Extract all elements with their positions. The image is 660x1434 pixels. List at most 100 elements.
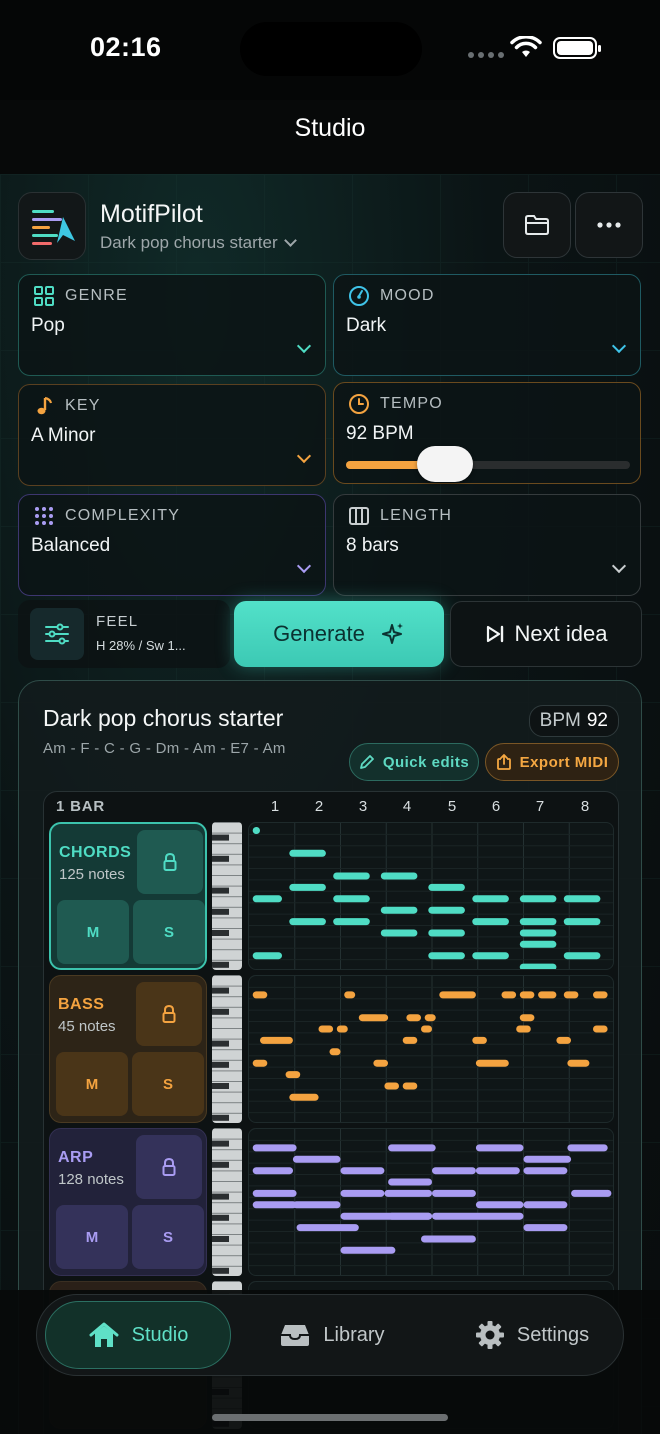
midi-note[interactable] — [519, 991, 535, 999]
midi-note[interactable] — [289, 849, 326, 857]
export-midi-button[interactable]: Export MIDI — [485, 743, 619, 781]
midi-note[interactable] — [432, 1189, 476, 1197]
midi-note[interactable] — [384, 1082, 399, 1090]
midi-note[interactable] — [333, 918, 370, 926]
midi-note[interactable] — [388, 1144, 436, 1152]
more-options-button[interactable] — [575, 192, 643, 258]
midi-note[interactable] — [432, 1167, 476, 1175]
feel-control[interactable]: FEEL H 28% / Sw 1... — [18, 600, 230, 668]
preset-selector[interactable]: Dark pop chorus starter — [100, 233, 297, 253]
midi-note[interactable] — [523, 1167, 568, 1175]
midi-note[interactable] — [519, 895, 557, 903]
track-card-bass[interactable]: BASS 45 notes M S — [49, 975, 207, 1123]
midi-note[interactable] — [519, 929, 557, 937]
studio-content[interactable]: MotifPilot Dark pop chorus starter GENRE… — [0, 174, 660, 1434]
midi-note[interactable] — [402, 1036, 418, 1044]
midi-note[interactable] — [475, 1059, 509, 1067]
track-mute-button[interactable]: M — [56, 1205, 128, 1269]
midi-note[interactable] — [340, 1167, 385, 1175]
midi-note[interactable] — [336, 1025, 348, 1033]
midi-note[interactable] — [563, 991, 579, 999]
midi-note[interactable] — [475, 1144, 524, 1152]
midi-note[interactable] — [373, 1059, 388, 1067]
midi-note[interactable] — [289, 1093, 319, 1101]
midi-note[interactable] — [380, 929, 418, 937]
midi-note[interactable] — [421, 1235, 476, 1243]
track-mute-button[interactable]: M — [56, 1052, 128, 1116]
midi-note[interactable] — [428, 906, 465, 914]
track-solo-button[interactable]: S — [132, 1052, 204, 1116]
piano-roll-chords[interactable] — [248, 822, 614, 970]
quick-edits-button[interactable]: Quick edits — [349, 743, 479, 781]
midi-note[interactable] — [384, 1189, 432, 1197]
midi-note[interactable] — [571, 1189, 612, 1197]
tempo-control[interactable]: TEMPO 92 BPM — [333, 382, 641, 484]
midi-note[interactable] — [519, 918, 557, 926]
key-selector[interactable]: KEY A Minor — [18, 384, 326, 486]
midi-note[interactable] — [402, 1082, 418, 1090]
track-lock-button[interactable] — [136, 1135, 202, 1199]
midi-note[interactable] — [344, 991, 356, 999]
midi-note[interactable] — [519, 940, 557, 948]
midi-note[interactable] — [252, 1167, 293, 1175]
midi-note[interactable] — [472, 952, 509, 960]
generate-button[interactable]: Generate — [234, 601, 444, 667]
midi-note[interactable] — [329, 1048, 341, 1056]
tab-studio[interactable]: Studio — [45, 1301, 231, 1369]
midi-note[interactable] — [567, 1059, 590, 1067]
midi-note[interactable] — [475, 1201, 524, 1209]
track-solo-button[interactable]: S — [132, 1205, 204, 1269]
midi-note[interactable] — [519, 1014, 535, 1022]
midi-note[interactable] — [421, 1025, 432, 1033]
midi-note[interactable] — [428, 883, 465, 891]
midi-note[interactable] — [567, 1144, 608, 1152]
midi-note[interactable] — [252, 1144, 297, 1152]
mood-selector[interactable]: MOOD Dark — [333, 274, 641, 376]
midi-note[interactable] — [340, 1212, 433, 1220]
midi-note[interactable] — [519, 963, 557, 970]
midi-note[interactable] — [318, 1025, 334, 1033]
midi-note[interactable] — [340, 1246, 396, 1254]
midi-note[interactable] — [296, 1224, 359, 1232]
track-card-chords[interactable]: CHORDS 125 notes M S — [49, 822, 207, 970]
midi-note[interactable] — [475, 1167, 520, 1175]
tab-library[interactable]: Library — [267, 1301, 397, 1369]
midi-note[interactable] — [252, 952, 282, 960]
midi-note[interactable] — [292, 1155, 341, 1163]
midi-note[interactable] — [333, 895, 370, 903]
tab-settings[interactable]: Settings — [457, 1301, 607, 1369]
midi-note[interactable] — [406, 1014, 421, 1022]
tempo-slider[interactable] — [346, 446, 630, 482]
midi-note[interactable] — [523, 1224, 568, 1232]
complexity-selector[interactable]: COMPLEXITY Balanced — [18, 494, 326, 596]
midi-note[interactable] — [424, 1014, 436, 1022]
midi-note[interactable] — [563, 918, 601, 926]
midi-note[interactable] — [333, 872, 370, 880]
midi-note[interactable] — [593, 1025, 608, 1033]
midi-note[interactable] — [428, 952, 465, 960]
next-idea-button[interactable]: Next idea — [450, 601, 642, 667]
midi-note[interactable] — [472, 895, 509, 903]
midi-note[interactable] — [289, 918, 326, 926]
midi-note[interactable] — [252, 895, 282, 903]
midi-note[interactable] — [523, 1155, 572, 1163]
midi-note[interactable] — [260, 1036, 293, 1044]
midi-note[interactable] — [428, 929, 465, 937]
midi-note[interactable] — [593, 991, 608, 999]
midi-note[interactable] — [289, 883, 326, 891]
midi-note[interactable] — [439, 991, 476, 999]
piano-roll-bass[interactable] — [248, 975, 614, 1123]
midi-note[interactable] — [252, 1059, 268, 1067]
midi-note[interactable] — [432, 1212, 524, 1220]
midi-note[interactable] — [358, 1014, 389, 1022]
midi-note[interactable] — [252, 827, 260, 834]
midi-note[interactable] — [563, 952, 601, 960]
midi-note[interactable] — [380, 906, 418, 914]
midi-note[interactable] — [285, 1071, 301, 1079]
track-mute-button[interactable]: M — [57, 900, 129, 964]
midi-note[interactable] — [556, 1036, 571, 1044]
midi-note[interactable] — [523, 1201, 568, 1209]
midi-note[interactable] — [538, 991, 557, 999]
midi-note[interactable] — [252, 1201, 297, 1209]
open-folder-button[interactable] — [503, 192, 571, 258]
